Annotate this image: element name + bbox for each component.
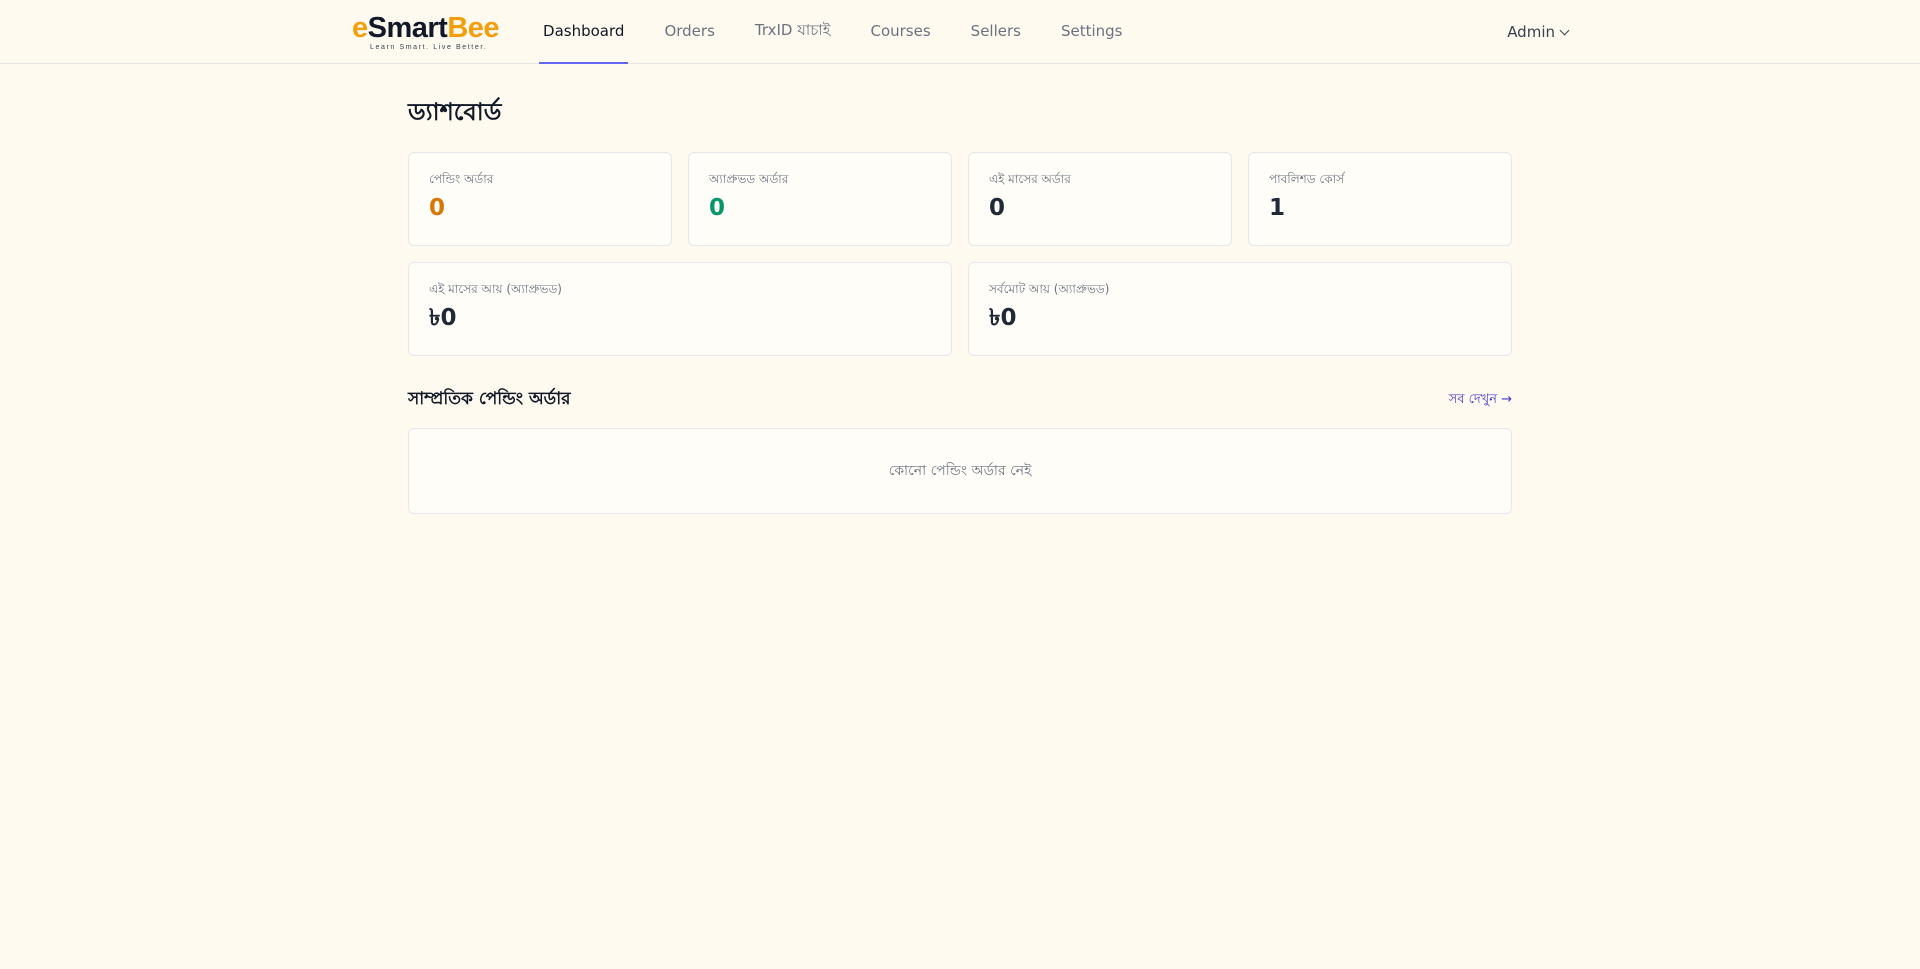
brand-tagline: Learn Smart. Live Better. — [370, 43, 488, 51]
stat-card-month-revenue: এই মাসের আয় (অ্যাপ্রুভড) ৳0 — [408, 262, 952, 356]
main-content: ড্যাশবোর্ড পেন্ডিং অর্ডার 0 অ্যাপ্রুভড অ… — [408, 64, 1512, 514]
nav-link-courses[interactable]: Courses — [866, 0, 934, 64]
brand-logo-smart: Smart — [367, 11, 448, 44]
nav-link-trxid-verify[interactable]: TrxID যাচাই — [751, 0, 835, 64]
empty-state-text: কোনো পেন্ডিং অর্ডার নেই — [888, 463, 1032, 479]
nav-link-orders[interactable]: Orders — [660, 0, 718, 64]
main-nav: Dashboard Orders TrxID যাচাই Courses Sel… — [539, 0, 1158, 64]
stat-label: এই মাসের অর্ডার — [989, 172, 1071, 186]
chevron-down-icon — [1559, 25, 1570, 36]
stat-value: ৳0 — [989, 305, 1017, 331]
user-menu-button[interactable]: Admin — [1507, 23, 1570, 41]
stat-value: 1 — [1269, 195, 1286, 221]
nav-link-sellers[interactable]: Sellers — [967, 0, 1025, 64]
pending-orders-header: সাম্প্রতিক পেন্ডিং অর্ডার সব দেখুন → — [408, 388, 1512, 412]
top-navigation: eSmartBee Learn Smart. Live Better. Dash… — [0, 0, 1920, 64]
stat-value: 0 — [709, 195, 726, 221]
stat-value: 0 — [429, 195, 446, 221]
brand-logo-bee: Bee — [447, 11, 500, 44]
user-menu-label: Admin — [1507, 23, 1555, 41]
stat-card-month-orders: এই মাসের অর্ডার 0 — [968, 152, 1232, 246]
pending-orders-title: সাম্প্রতিক পেন্ডিং অর্ডার — [408, 389, 571, 409]
brand-logo-wordmark: eSmartBee — [352, 11, 500, 44]
stat-card-total-revenue: সর্বমোট আয় (অ্যাপ্রুভড) ৳0 — [968, 262, 1512, 356]
brand-logo-e: e — [352, 11, 368, 44]
stat-value: ৳0 — [429, 305, 457, 331]
stat-card-approved-orders: অ্যাপ্রুভড অর্ডার 0 — [688, 152, 952, 246]
stat-card-published-courses: পাবলিশড কোর্স 1 — [1248, 152, 1512, 246]
top-navigation-inner: eSmartBee Learn Smart. Live Better. Dash… — [352, 0, 1570, 64]
stat-value: 0 — [989, 195, 1006, 221]
stats-row-revenue: এই মাসের আয় (অ্যাপ্রুভড) ৳0 সর্বমোট আয়… — [408, 262, 1512, 356]
stats-row-orders: পেন্ডিং অর্ডার 0 অ্যাপ্রুভড অর্ডার 0 এই … — [408, 152, 1512, 246]
stat-card-pending-orders: পেন্ডিং অর্ডার 0 — [408, 152, 672, 246]
nav-link-dashboard[interactable]: Dashboard — [539, 0, 629, 64]
stat-label: পেন্ডিং অর্ডার — [429, 172, 494, 186]
page-title: ড্যাশবোর্ড — [408, 98, 502, 126]
stat-label: অ্যাপ্রুভড অর্ডার — [709, 172, 789, 186]
pending-orders-empty-state: কোনো পেন্ডিং অর্ডার নেই — [408, 428, 1512, 514]
stat-label: এই মাসের আয় (অ্যাপ্রুভড) — [429, 282, 562, 296]
stat-label: সর্বমোট আয় (অ্যাপ্রুভড) — [989, 282, 1110, 296]
see-all-link[interactable]: সব দেখুন → — [1449, 390, 1512, 411]
brand-logo[interactable]: eSmartBee Learn Smart. Live Better. — [352, 11, 500, 51]
nav-link-settings[interactable]: Settings — [1057, 0, 1127, 64]
stat-label: পাবলিশড কোর্স — [1269, 172, 1345, 186]
